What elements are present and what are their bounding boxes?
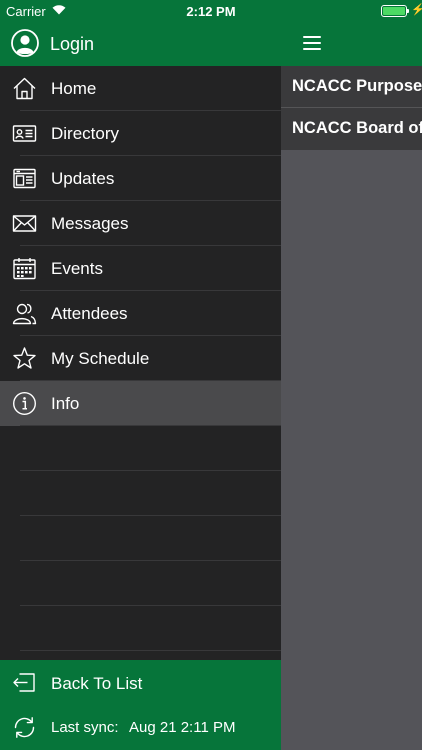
drawer-footer: Back To List Last sync: Aug 21 2:11 PM [0,660,281,750]
calendar-icon [12,256,37,281]
menu-item-updates[interactable]: Updates [0,156,281,201]
main-pane: NCACC Purpose NCACC Board of [281,0,422,750]
empty-row [0,426,281,471]
directory-icon [12,121,37,146]
menu-item-label: Updates [51,169,115,188]
menu-item-home[interactable]: Home [0,66,281,111]
empty-row [0,471,281,516]
menu-item-my-schedule[interactable]: My Schedule [0,336,281,381]
back-arrow-icon [12,670,37,695]
menu-item-label: Home [51,79,97,98]
people-icon [12,301,37,326]
list-item[interactable]: NCACC Purpose [281,66,422,108]
list-item[interactable]: NCACC Board of [281,108,422,150]
sync-icon [12,715,37,740]
home-icon [12,76,37,101]
login-label: Login [50,34,95,54]
status-time: 2:12 PM [186,4,236,19]
battery-icon [381,5,407,17]
login-button[interactable]: Login [0,22,281,66]
menu-item-label: My Schedule [51,349,150,368]
avatar-icon [11,29,39,57]
menu-item-label: Attendees [51,304,128,323]
updates-icon [12,166,37,191]
list-item-label: NCACC Purpose [292,77,422,95]
drawer-menu: Home Directory Updates Messages Events A… [0,66,281,651]
empty-row [0,516,281,561]
menu-item-messages[interactable]: Messages [0,201,281,246]
menu-item-label: Events [51,259,103,278]
navigation-drawer: Login Home Directory Updates Messages Ev… [0,0,281,750]
menu-item-label: Info [51,394,80,413]
menu-item-directory[interactable]: Directory [0,111,281,156]
envelope-icon [12,211,37,236]
status-bar: Carrier 2:12 PM ⚡ [0,0,422,22]
star-icon [12,346,37,371]
sync-button[interactable]: Last sync: Aug 21 2:11 PM [0,705,281,750]
last-sync-label: Last sync: [51,719,119,736]
last-sync-value: Aug 21 2:11 PM [129,719,236,736]
back-to-list-button[interactable]: Back To List [0,660,281,705]
menu-item-label: Directory [51,124,120,143]
info-icon [12,391,37,416]
charging-icon: ⚡ [411,4,422,16]
battery-tip [407,9,409,13]
list-item-label: NCACC Board of [292,119,422,137]
menu-item-events[interactable]: Events [0,246,281,291]
menu-item-attendees[interactable]: Attendees [0,291,281,336]
menu-item-label: Messages [51,214,129,233]
back-to-list-label: Back To List [51,674,143,693]
hamburger-icon[interactable] [303,36,321,50]
empty-row [0,561,281,606]
empty-row [0,606,281,651]
menu-item-info[interactable]: Info [0,381,281,426]
